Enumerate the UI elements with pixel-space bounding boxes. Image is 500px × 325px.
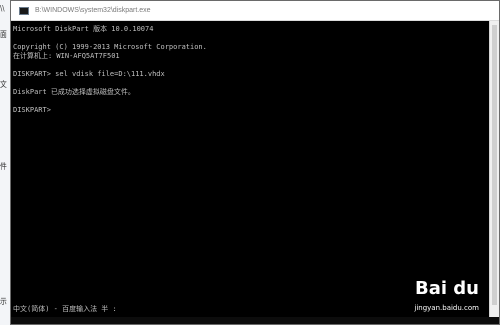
console-app-icon [19, 6, 29, 15]
scrollbar-thumb[interactable] [492, 25, 497, 305]
ime-status-bar: 中文(简体) - 百度输入法 半 : [13, 305, 117, 313]
console-output[interactable]: Microsoft DiskPart 版本 10.0.10074 Copyrig… [11, 21, 489, 317]
vertical-scrollbar[interactable] [489, 21, 499, 317]
background-text-fragment: 面 [0, 30, 7, 39]
window-title: B:\WINDOWS\system32\diskpart.exe [35, 7, 151, 14]
background-text-fragment: 文 [0, 80, 7, 89]
watermark-brand: Bai du [414, 278, 479, 299]
background-text-fragment: 示 [0, 297, 7, 306]
console-line: Copyright (C) 1999-2013 Microsoft Corpor… [13, 43, 207, 51]
console-line: DiskPart 已成功选择虚拟磁盘文件。 [13, 88, 135, 96]
background-text-fragment: \\ [0, 4, 5, 13]
console-prompt-line[interactable]: DISKPART> [13, 106, 487, 115]
desktop-screen: \\ 面 文 件 示 B:\WINDOWS\system32\diskpart.… [0, 0, 500, 325]
diskpart-window[interactable]: B:\WINDOWS\system32\diskpart.exe Microso… [10, 0, 500, 325]
watermark-url: jingyan.baidu.com [414, 304, 479, 312]
console-line: Microsoft DiskPart 版本 10.0.10074 [13, 25, 154, 33]
background-text-fragment: 件 [0, 162, 7, 171]
window-titlebar[interactable]: B:\WINDOWS\system32\diskpart.exe [11, 1, 499, 21]
console-line: 在计算机上: WIN-AFQ5AT7F501 [13, 52, 120, 60]
baidu-watermark: Bai du [415, 278, 479, 299]
console-command-line: DISKPART> sel vdisk file=D:\111.vhdx [13, 70, 165, 78]
